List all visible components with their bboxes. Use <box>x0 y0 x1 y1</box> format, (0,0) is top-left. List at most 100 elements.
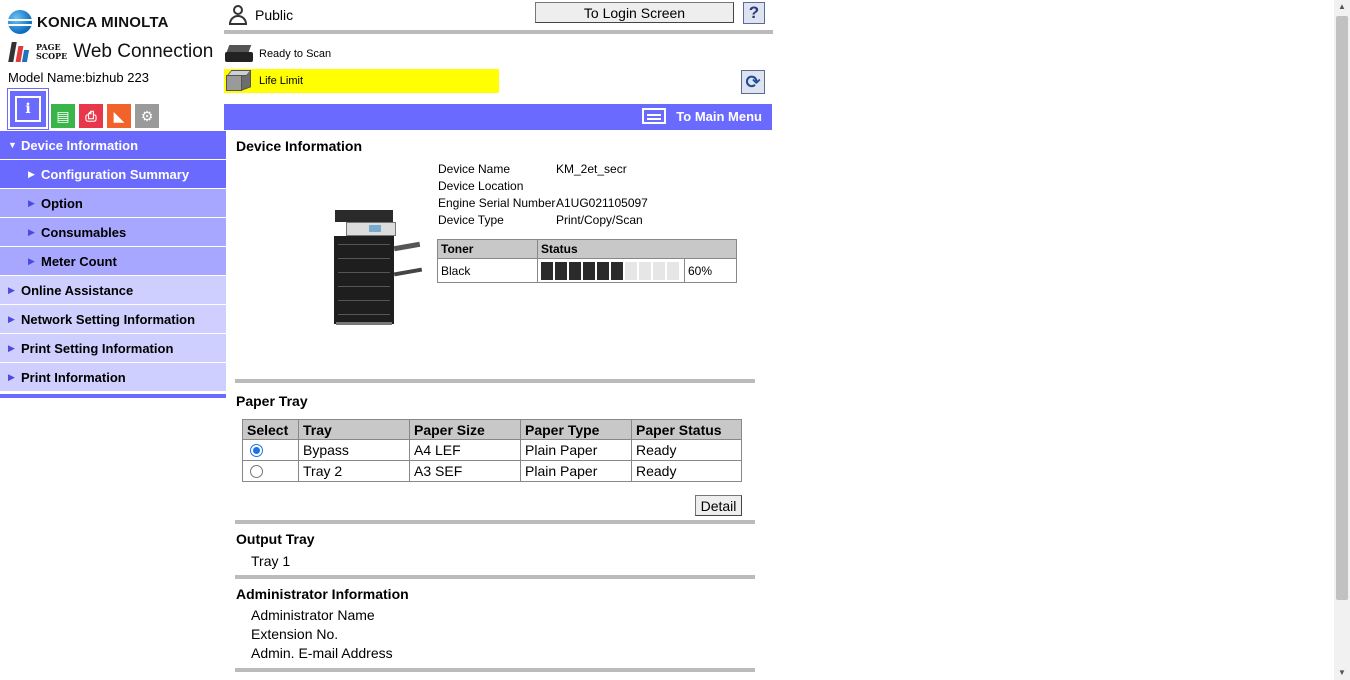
user-icon <box>228 4 248 26</box>
nav-option[interactable]: ▶ Option <box>0 189 226 218</box>
settings-tab[interactable]: ⚙ <box>134 103 160 129</box>
table-row: Tray 2 A3 SEF Plain Paper Ready <box>242 460 742 482</box>
section-divider <box>235 520 755 524</box>
tray-select-radio[interactable] <box>250 444 263 457</box>
triangle-right-icon: ▶ <box>28 197 35 208</box>
toner-segment-empty <box>639 261 651 280</box>
title-bar: To Main Menu <box>224 104 772 130</box>
device-type-value: Print/Copy/Scan <box>556 212 643 227</box>
refresh-button[interactable]: ⟳ <box>741 70 765 94</box>
triangle-right-icon: ▶ <box>8 284 15 295</box>
scroll-up-arrow-icon[interactable]: ▲ <box>1334 0 1350 14</box>
user-mode: Public <box>228 4 293 26</box>
toner-segment-empty <box>653 261 665 280</box>
login-screen-button[interactable]: To Login Screen <box>535 2 734 23</box>
nav-configuration-summary[interactable]: ▶ Configuration Summary <box>0 160 226 189</box>
toner-segment-filled <box>569 261 581 280</box>
direct-print-icon: ◣ <box>113 107 125 124</box>
status-column-header: Status <box>537 239 737 259</box>
header-divider <box>224 30 773 34</box>
toner-table: Toner Status Black 60% <box>437 239 737 283</box>
nav-meter-count[interactable]: ▶ Meter Count <box>0 247 226 276</box>
model-name: Model Name:bizhub 223 <box>8 70 149 85</box>
job-icon: ▤ <box>56 107 70 124</box>
section-divider <box>235 668 755 672</box>
print-tab[interactable]: ⎙ <box>78 103 104 129</box>
table-row: Black 60% <box>437 258 737 283</box>
select-column-header: Select <box>242 419 299 440</box>
pagescope-logo: PAGE SCOPE Web Connection <box>8 40 213 64</box>
paper-type-column-header: Paper Type <box>520 419 632 440</box>
globe-logo-icon <box>8 10 32 34</box>
triangle-right-icon: ▶ <box>8 342 15 353</box>
administrator-information-title: Administrator Information <box>236 586 409 602</box>
toner-segment-filled <box>611 261 623 280</box>
sidebar-bottom-rule <box>0 394 226 398</box>
device-information-title: Device Information <box>236 138 363 154</box>
toner-segment-filled <box>597 261 609 280</box>
tray-select-radio[interactable] <box>250 465 263 478</box>
device-name-row: Device Name KM_2et_secr <box>438 161 627 176</box>
scan-status: Ready to Scan <box>224 44 331 64</box>
scroll-down-arrow-icon[interactable]: ▼ <box>1334 666 1350 680</box>
section-divider <box>235 379 755 383</box>
main-menu-icon <box>642 108 667 124</box>
engine-serial-row: Engine Serial Number A1UG021105097 <box>438 195 648 210</box>
vertical-scrollbar[interactable]: ▲ ▼ <box>1334 0 1350 680</box>
triangle-right-icon: ▶ <box>8 313 15 324</box>
output-tray-value: Tray 1 <box>251 553 291 569</box>
extension-number-label: Extension No. <box>251 626 339 642</box>
table-header-row: Select Tray Paper Size Paper Type Paper … <box>242 419 742 440</box>
triangle-right-icon: ▶ <box>28 255 35 266</box>
refresh-icon: ⟳ <box>745 72 761 92</box>
nav-network-setting-information[interactable]: ▶ Network Setting Information <box>0 305 226 334</box>
nav-print-setting-information[interactable]: ▶ Print Setting Information <box>0 334 226 363</box>
select-cell <box>242 460 299 482</box>
settings-box-icon: ⚙ <box>140 107 154 124</box>
print-icon: ⎙ <box>85 107 97 124</box>
toner-segment-filled <box>541 261 553 280</box>
sidebar-nav: ▼ Device Information ▶ Configuration Sum… <box>0 131 226 392</box>
triangle-down-icon: ▼ <box>8 140 17 150</box>
user-mode-label: Public <box>255 7 294 23</box>
nav-print-information[interactable]: ▶ Print Information <box>0 363 226 392</box>
information-tab[interactable]: i <box>8 89 48 129</box>
help-icon[interactable]: ? <box>743 2 765 24</box>
toner-color: Black <box>437 258 538 283</box>
detail-button[interactable]: Detail <box>695 495 742 516</box>
device-location-row: Device Location <box>438 178 524 193</box>
device-type-row: Device Type Print/Copy/Scan <box>438 212 643 227</box>
consumable-box-icon <box>224 70 254 92</box>
product-name: Web Connection <box>73 41 214 62</box>
administrator-name-label: Administrator Name <box>251 607 375 623</box>
nav-device-information[interactable]: ▼ Device Information <box>0 131 226 160</box>
nav-consumables[interactable]: ▶ Consumables <box>0 218 226 247</box>
company-name: KONICA MINOLTA <box>37 13 169 31</box>
life-limit-alert: Life Limit <box>224 69 499 93</box>
life-limit-text: Life Limit <box>259 75 304 87</box>
device-image <box>334 208 424 328</box>
pagescope-mark-icon <box>8 40 32 64</box>
toner-segment-filled <box>555 261 567 280</box>
triangle-right-icon: ▶ <box>8 371 15 382</box>
direct-print-tab[interactable]: ◣ <box>106 103 132 129</box>
paper-status-column-header: Paper Status <box>631 419 742 440</box>
paper-tray-table: Select Tray Paper Size Paper Type Paper … <box>242 419 742 482</box>
toner-column-header: Toner <box>437 239 538 259</box>
toner-segment-empty <box>667 261 679 280</box>
scroll-thumb[interactable] <box>1336 16 1348 600</box>
main-menu-label: To Main Menu <box>676 108 762 124</box>
main-menu-link[interactable]: To Main Menu <box>642 108 762 124</box>
engine-serial-value: A1UG021105097 <box>556 195 648 210</box>
toner-segment-empty <box>625 261 637 280</box>
output-tray-title: Output Tray <box>236 531 315 547</box>
pagescope-wordmark: PAGE SCOPE <box>36 42 68 61</box>
function-tabs: i ▤ ⎙ ◣ ⚙ <box>8 89 162 129</box>
job-tab[interactable]: ▤ <box>50 103 76 129</box>
section-divider <box>235 575 755 579</box>
device-name-value: KM_2et_secr <box>556 161 627 176</box>
nav-online-assistance[interactable]: ▶ Online Assistance <box>0 276 226 305</box>
paper-tray-title: Paper Tray <box>236 393 308 409</box>
toner-level-text: 60% <box>684 258 737 283</box>
scan-status-text: Ready to Scan <box>259 48 332 60</box>
